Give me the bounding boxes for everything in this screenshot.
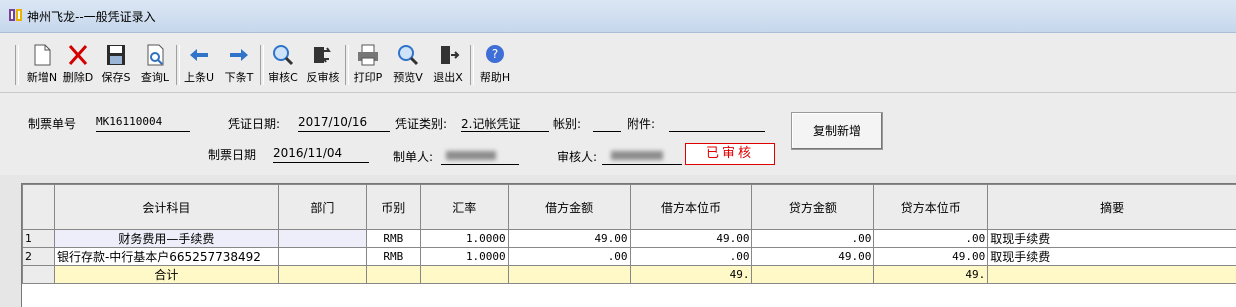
next-button[interactable]: 下条T (220, 43, 258, 87)
col-header-credit-base[interactable]: 贷方本位币 (874, 185, 988, 230)
dept-cell[interactable] (278, 230, 366, 248)
attachment-label: 附件: (627, 115, 655, 132)
total-summary-cell (988, 266, 1236, 284)
rate-cell[interactable]: 1.0000 (420, 230, 508, 248)
exit-door-icon (435, 43, 461, 67)
debit-base-cell[interactable]: 49.00 (630, 230, 752, 248)
credit-base-cell[interactable]: 49.00 (874, 248, 988, 266)
audit-button[interactable]: 审核C (264, 43, 302, 87)
entries-table: 会计科目 部门 币别 汇率 借方金额 借方本位币 贷方金额 贷方本位币 摘要 1… (22, 184, 1236, 284)
toolbar-separator (470, 45, 474, 85)
preview-button[interactable]: 预览V (389, 43, 427, 87)
row-index (23, 266, 55, 284)
created-date-field[interactable]: 2016/11/04 (273, 146, 369, 163)
exit-button[interactable]: 退出X (428, 43, 468, 87)
table-row[interactable]: 2 银行存款-中行基本户665257738492 RMB 1.0000 .00 … (23, 248, 1236, 266)
voucher-entries-grid: 会计科目 部门 币别 汇率 借方金额 借方本位币 贷方金额 贷方本位币 摘要 1… (21, 183, 1236, 307)
reverse-icon (310, 43, 336, 67)
creator-label: 制单人: (393, 148, 433, 165)
attachment-field[interactable] (669, 115, 765, 132)
window-title: 神州飞龙--一般凭证录入 (27, 8, 156, 25)
currency-cell[interactable]: RMB (366, 230, 420, 248)
debit-cell[interactable]: .00 (508, 248, 630, 266)
dept-cell[interactable] (278, 248, 366, 266)
table-row[interactable]: 1 财务费用—手续费 RMB 1.0000 49.00 49.00 .00 .0… (23, 230, 1236, 248)
toolbar-separator (176, 45, 180, 85)
col-header-rate[interactable]: 汇率 (420, 185, 508, 230)
help-circle-icon: ? (482, 43, 508, 67)
credit-cell[interactable]: .00 (752, 230, 874, 248)
row-index[interactable]: 1 (23, 230, 55, 248)
ticket-no-field[interactable]: MK16110004 (96, 115, 190, 132)
query-button[interactable]: 查询L (136, 43, 174, 87)
redacted-auditor-name (611, 151, 663, 160)
created-date-label: 制票日期 (208, 146, 256, 163)
col-header-dept[interactable]: 部门 (278, 185, 366, 230)
account-label: 帐别: (553, 115, 581, 132)
subject-cell[interactable]: 财务费用—手续费 (54, 230, 278, 248)
total-credit-cell (752, 266, 874, 284)
ticket-no-label: 制票单号 (28, 115, 76, 132)
help-button[interactable]: ? 帮助H (476, 43, 514, 87)
col-header-credit[interactable]: 贷方金额 (752, 185, 874, 230)
row-index[interactable]: 2 (23, 248, 55, 266)
arrow-right-icon (226, 43, 252, 67)
doc-search-icon (142, 43, 168, 67)
prev-button[interactable]: 上条U (181, 43, 217, 87)
magnifier-icon (395, 43, 421, 67)
total-row: 合计 49. 49. (23, 266, 1236, 284)
summary-cell[interactable]: 取现手续费 (988, 230, 1236, 248)
total-label: 合计 (54, 266, 278, 284)
debit-cell[interactable]: 49.00 (508, 230, 630, 248)
debit-base-cell[interactable]: .00 (630, 248, 752, 266)
voucher-date-field[interactable]: 2017/10/16 (298, 115, 390, 132)
print-button[interactable]: 打印P (349, 43, 387, 87)
app-icon (8, 7, 24, 23)
new-doc-icon (29, 43, 55, 67)
audited-status-stamp: 已审核 (685, 143, 775, 165)
total-debit-cell (508, 266, 630, 284)
total-currency-cell (366, 266, 420, 284)
col-header-debit-base[interactable]: 借方本位币 (630, 185, 752, 230)
toolbar-separator (15, 45, 19, 85)
floppy-icon (103, 43, 129, 67)
voucher-date-label: 凭证日期: (228, 115, 280, 132)
new-button[interactable]: 新增N (25, 43, 59, 87)
account-field[interactable] (593, 115, 621, 132)
copy-new-button[interactable]: 复制新增 (791, 112, 883, 150)
col-header-summary[interactable]: 摘要 (988, 185, 1236, 230)
total-debit-base: 49. (630, 266, 752, 284)
voucher-type-field[interactable]: 2.记帐凭证 (461, 115, 549, 132)
redacted-creator-name (446, 151, 496, 160)
currency-cell[interactable]: RMB (366, 248, 420, 266)
credit-base-cell[interactable]: .00 (874, 230, 988, 248)
svg-text:?: ? (492, 47, 498, 61)
corner-cell (23, 185, 55, 230)
magnifier-icon (270, 43, 296, 67)
total-dept-cell (278, 266, 366, 284)
title-bar: 神州飞龙--一般凭证录入 (0, 0, 1236, 33)
header-row: 会计科目 部门 币别 汇率 借方金额 借方本位币 贷方金额 贷方本位币 摘要 (23, 185, 1236, 230)
rate-cell[interactable]: 1.0000 (420, 248, 508, 266)
toolbar: 新增N 删除D 保存S 查询L 上条U 下条T 审核C 反审核 打印P 预览V (0, 33, 1236, 93)
delete-button[interactable]: 删除D (60, 43, 96, 87)
printer-icon (355, 43, 381, 67)
col-header-debit[interactable]: 借方金额 (508, 185, 630, 230)
col-header-subject[interactable]: 会计科目 (54, 185, 278, 230)
auditor-label: 审核人: (557, 148, 597, 165)
save-button[interactable]: 保存S (97, 43, 135, 87)
voucher-type-label: 凭证类别: (395, 115, 447, 132)
red-x-icon (65, 43, 91, 67)
summary-cell[interactable]: 取现手续费 (988, 248, 1236, 266)
col-header-currency[interactable]: 币别 (366, 185, 420, 230)
total-rate-cell (420, 266, 508, 284)
subject-cell[interactable]: 银行存款-中行基本户665257738492 (54, 248, 278, 266)
unaudit-button[interactable]: 反审核 (303, 43, 343, 87)
voucher-header-form: 制票单号 MK16110004 凭证日期: 2017/10/16 凭证类别: 2… (0, 93, 1236, 175)
total-credit-base: 49. (874, 266, 988, 284)
credit-cell[interactable]: 49.00 (752, 248, 874, 266)
arrow-left-icon (186, 43, 212, 67)
